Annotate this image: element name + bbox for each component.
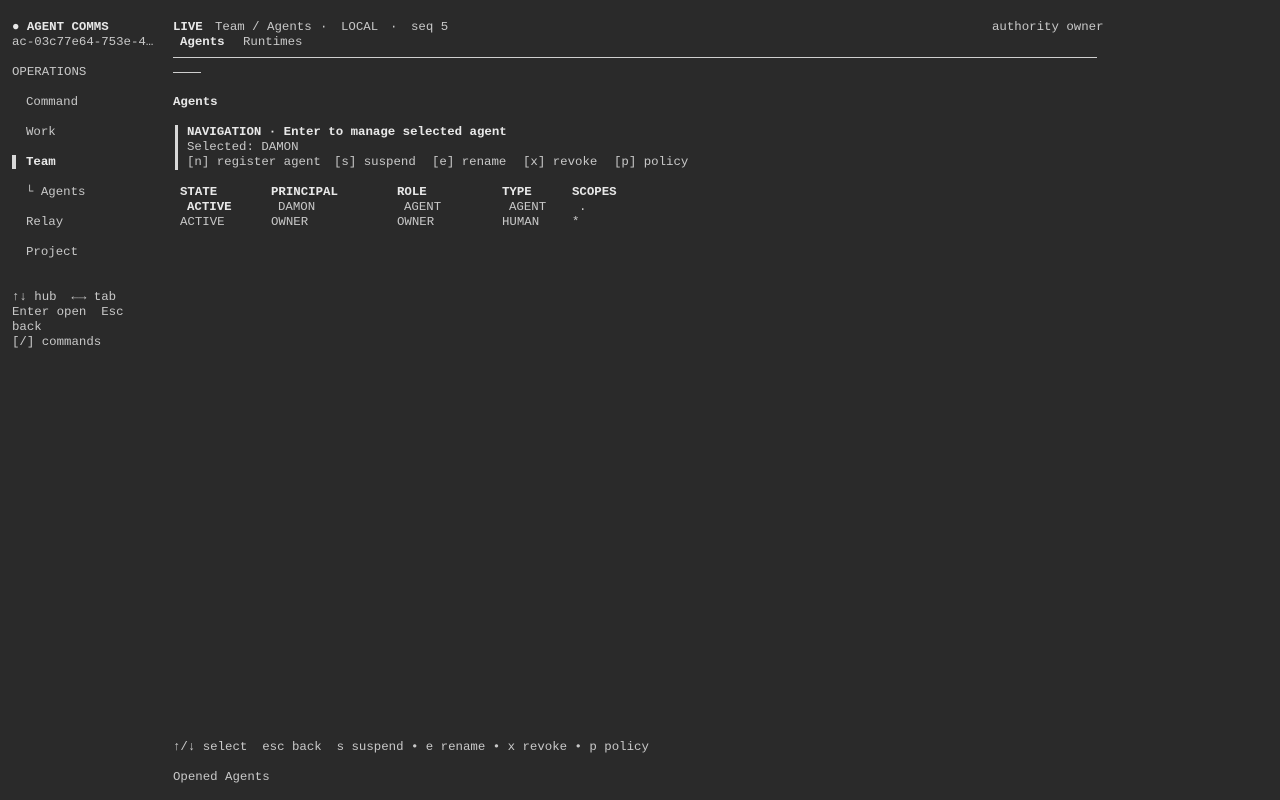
nav-box-title: NAVIGATION · Enter to manage selected ag… [187,125,507,139]
sidebar-item-project[interactable]: Project [26,245,78,260]
action-revoke[interactable]: [x] revoke [523,155,597,170]
cell-state: ACTIVE [180,215,225,229]
sidebar-item-team[interactable]: Team [26,155,56,170]
hint-line: back [12,320,42,334]
sidebar-item-work[interactable]: Work [26,125,56,140]
seq-counter: seq 5 [411,20,449,34]
cell-type: HUMAN [502,215,540,229]
tab-runtimes[interactable]: Runtimes [243,35,303,50]
hint-line: [/] commands [12,335,102,349]
action-rename[interactable]: [e] rename [432,155,506,170]
hint-line: Enter open Esc [12,305,124,319]
cell-principal: OWNER [271,215,309,229]
session-id: ac-03c77e64-753e-4… [12,35,154,49]
hint-line: ↑↓ hub ←→ tab [12,290,117,304]
column-header-scopes: SCOPES [572,185,617,199]
column-header-role: ROLE [397,185,427,199]
cell-type: AGENT [509,200,547,214]
section-label-operations: OPERATIONS [12,65,87,79]
column-header-principal: PRINCIPAL [271,185,338,199]
tab-agents[interactable]: Agents [180,35,225,50]
live-status: LIVE [173,20,203,34]
header-divider [173,57,1097,58]
scope-label: LOCAL [341,20,379,34]
column-header-type: TYPE [502,185,532,199]
cell-role: OWNER [397,215,435,229]
sidebar-active-marker [12,155,16,169]
app-title: ● AGENT COMMS [12,20,109,34]
sidebar-item-agents[interactable]: └ Agents [26,185,86,200]
cell-scopes: . [579,200,587,214]
active-tab-underline [173,72,201,73]
action-policy[interactable]: [p] policy [614,155,688,170]
nav-box-border [175,125,178,170]
cell-state: ACTIVE [187,200,232,214]
column-header-state: STATE [180,185,218,199]
action-register-agent[interactable]: [n] register agent [187,155,321,170]
cell-scopes: * [572,215,580,229]
separator: · [320,20,328,34]
section-title: Agents [173,95,218,109]
footer-status: Opened Agents [173,770,270,784]
separator: · [390,20,398,34]
authority-label: authority owner [992,20,1104,34]
action-suspend[interactable]: [s] suspend [334,155,416,170]
cell-role: AGENT [404,200,442,214]
breadcrumb: Team / Agents [215,20,312,34]
footer-keybindings: ↑/↓ select esc back s suspend • e rename… [173,740,649,754]
sidebar-item-command[interactable]: Command [26,95,78,110]
selected-agent-label: Selected: DAMON [187,140,299,154]
cell-principal: DAMON [278,200,316,214]
sidebar-item-relay[interactable]: Relay [26,215,63,230]
